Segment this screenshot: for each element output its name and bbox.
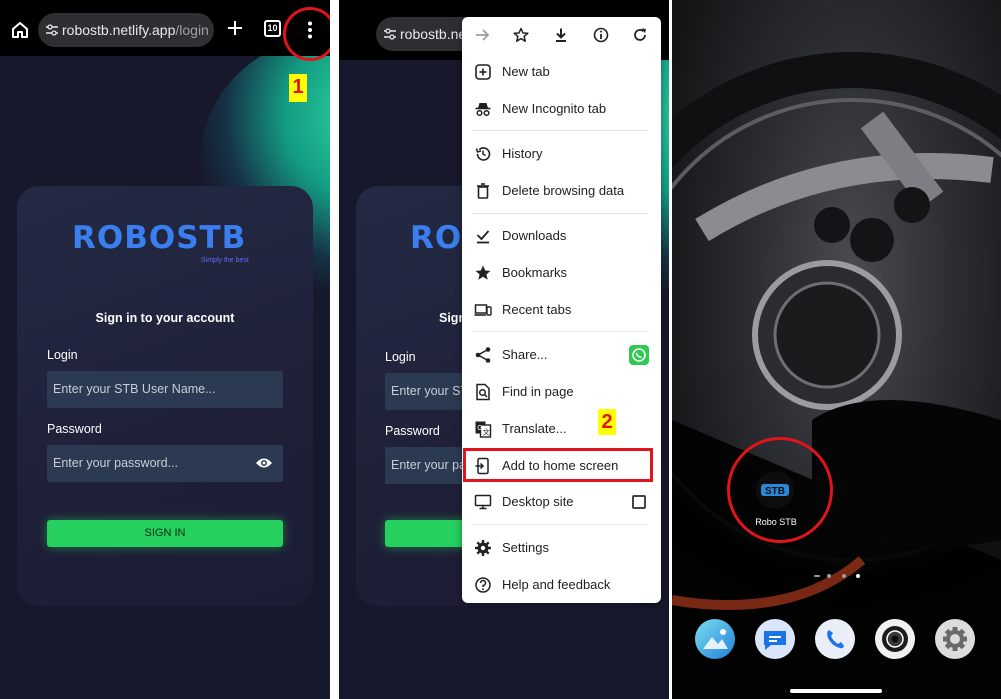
desktop-site-checkbox[interactable] <box>632 495 646 509</box>
monitor-icon <box>474 494 492 510</box>
password-placeholder: Enter your password... <box>53 456 179 470</box>
menu-item-settings[interactable]: Settings <box>462 533 661 563</box>
reload-icon[interactable] <box>632 27 648 43</box>
eye-icon[interactable] <box>255 456 273 470</box>
menu-divider <box>472 213 648 214</box>
browser-toolbar: robostb.netlify.app/login 10 <box>0 0 330 56</box>
login-card: ROBOSTB Simply the best Sign in to your … <box>17 186 313 606</box>
page-indicator-dot-active <box>856 574 860 578</box>
settings-app-icon[interactable] <box>935 619 975 659</box>
address-bar[interactable]: robostb.netlify.app/login <box>38 13 214 47</box>
site-settings-icon[interactable] <box>46 24 58 36</box>
login-input[interactable]: Enter your STB User Name... <box>47 371 283 408</box>
home-screen-panel: STB Robo STB <box>672 0 1001 699</box>
gallery-app-icon[interactable] <box>695 619 735 659</box>
incognito-icon <box>475 103 491 117</box>
home-icon[interactable] <box>10 20 30 40</box>
login-screen-panel: robostb.netlify.app/login 10 1 ROBOSTB S… <box>0 0 330 699</box>
info-icon[interactable] <box>593 27 609 43</box>
menu-item-label: Desktop site <box>502 494 574 509</box>
plus-box-icon <box>475 64 491 80</box>
find-page-icon <box>476 383 490 401</box>
site-settings-icon[interactable] <box>384 28 396 40</box>
login-label: Login <box>47 348 78 362</box>
menu-item-label: Translate... <box>502 421 567 436</box>
robo-stb-app-icon[interactable]: STB <box>756 471 794 509</box>
menu-item-new-incognito-tab[interactable]: New Incognito tab <box>462 94 661 124</box>
new-tab-plus-icon[interactable] <box>226 19 244 37</box>
steering-wheel-wallpaper <box>672 52 1001 699</box>
step-badge-1: 1 <box>289 74 307 102</box>
signin-heading: Sign in to your account <box>95 311 235 325</box>
menu-item-label: Recent tabs <box>502 302 572 317</box>
menu-item-label: Help and feedback <box>502 577 611 592</box>
menu-item-new-tab[interactable]: New tab <box>462 57 661 87</box>
password-input[interactable]: Enter your password... <box>47 445 283 482</box>
password-label: Password <box>47 422 102 436</box>
panel-divider <box>330 0 339 699</box>
messages-app-icon[interactable] <box>755 619 795 659</box>
menu-item-label: Delete browsing data <box>502 183 625 198</box>
page-indicator-dot <box>814 575 820 577</box>
url-text: robostb.ne <box>400 26 467 42</box>
menu-item-bookmarks[interactable]: Bookmarks <box>462 258 661 288</box>
menu-item-help-and-feedback[interactable]: Help and feedback <box>462 570 661 600</box>
menu-item-downloads[interactable]: Downloads <box>462 221 661 251</box>
devices-icon <box>474 304 492 316</box>
robostb-logo-partial: RO <box>410 220 463 256</box>
menu-divider <box>472 331 648 332</box>
app-icon-text: STB <box>765 486 785 497</box>
menu-item-desktop-site[interactable]: Desktop site <box>462 487 661 517</box>
menu-item-label: Downloads <box>502 228 567 243</box>
signin-button[interactable]: SIGN IN <box>47 520 283 547</box>
menu-divider <box>472 130 648 131</box>
browser-overflow-menu: New tab New Incognito tab History Delete… <box>462 17 661 603</box>
logo-tagline: Simply the best <box>201 257 249 264</box>
menu-item-label: New tab <box>502 64 550 79</box>
download-icon[interactable] <box>553 27 569 43</box>
menu-item-label: New Incognito tab <box>502 101 607 116</box>
menu-item-history[interactable]: History <box>462 139 661 169</box>
menu-item-find-in-page[interactable]: Find in page <box>462 377 661 407</box>
tab-switcher-button[interactable]: 10 <box>264 20 281 37</box>
menu-item-share[interactable]: Share... <box>462 340 661 370</box>
robostb-logo: ROBOSTB <box>72 220 247 256</box>
whatsapp-icon[interactable] <box>629 345 649 365</box>
download-done-icon <box>476 230 490 244</box>
trash-icon <box>477 183 489 199</box>
forward-arrow-icon[interactable] <box>474 27 490 43</box>
menu-item-label: Find in page <box>502 384 574 399</box>
login-label: Login <box>385 350 416 364</box>
star-filled-icon <box>475 265 491 280</box>
menu-divider <box>472 524 648 525</box>
phone-app-icon[interactable] <box>815 619 855 659</box>
menu-item-label: Bookmarks <box>502 265 568 280</box>
star-outline-icon[interactable] <box>513 27 529 43</box>
menu-item-label: Settings <box>502 540 549 555</box>
menu-item-label: History <box>502 146 543 161</box>
page-indicator-dot <box>842 574 846 578</box>
gesture-nav-bar[interactable] <box>790 689 882 693</box>
highlight-circle-menu <box>283 7 330 61</box>
menu-action-row <box>462 17 661 53</box>
history-icon <box>475 147 491 161</box>
url-path: /login <box>175 22 209 38</box>
url-host: robostb.netlify.app <box>62 22 176 38</box>
step-badge-2: 2 <box>598 409 616 435</box>
translate-icon: G文 <box>475 421 492 438</box>
menu-item-label: Share... <box>502 347 548 362</box>
menu-item-delete-browsing-data[interactable]: Delete browsing data <box>462 176 661 206</box>
menu-item-translate[interactable]: G文 Translate... <box>462 414 661 444</box>
menu-item-recent-tabs[interactable]: Recent tabs <box>462 295 661 325</box>
camera-app-icon[interactable] <box>875 619 915 659</box>
share-icon <box>475 347 491 363</box>
page-indicator-dot <box>827 574 831 578</box>
svg-text:文: 文 <box>483 428 490 437</box>
password-label: Password <box>385 424 440 438</box>
gear-icon <box>475 540 491 556</box>
help-icon <box>475 577 491 593</box>
highlight-box-add-to-home <box>463 448 653 482</box>
app-label: Robo STB <box>755 517 797 527</box>
